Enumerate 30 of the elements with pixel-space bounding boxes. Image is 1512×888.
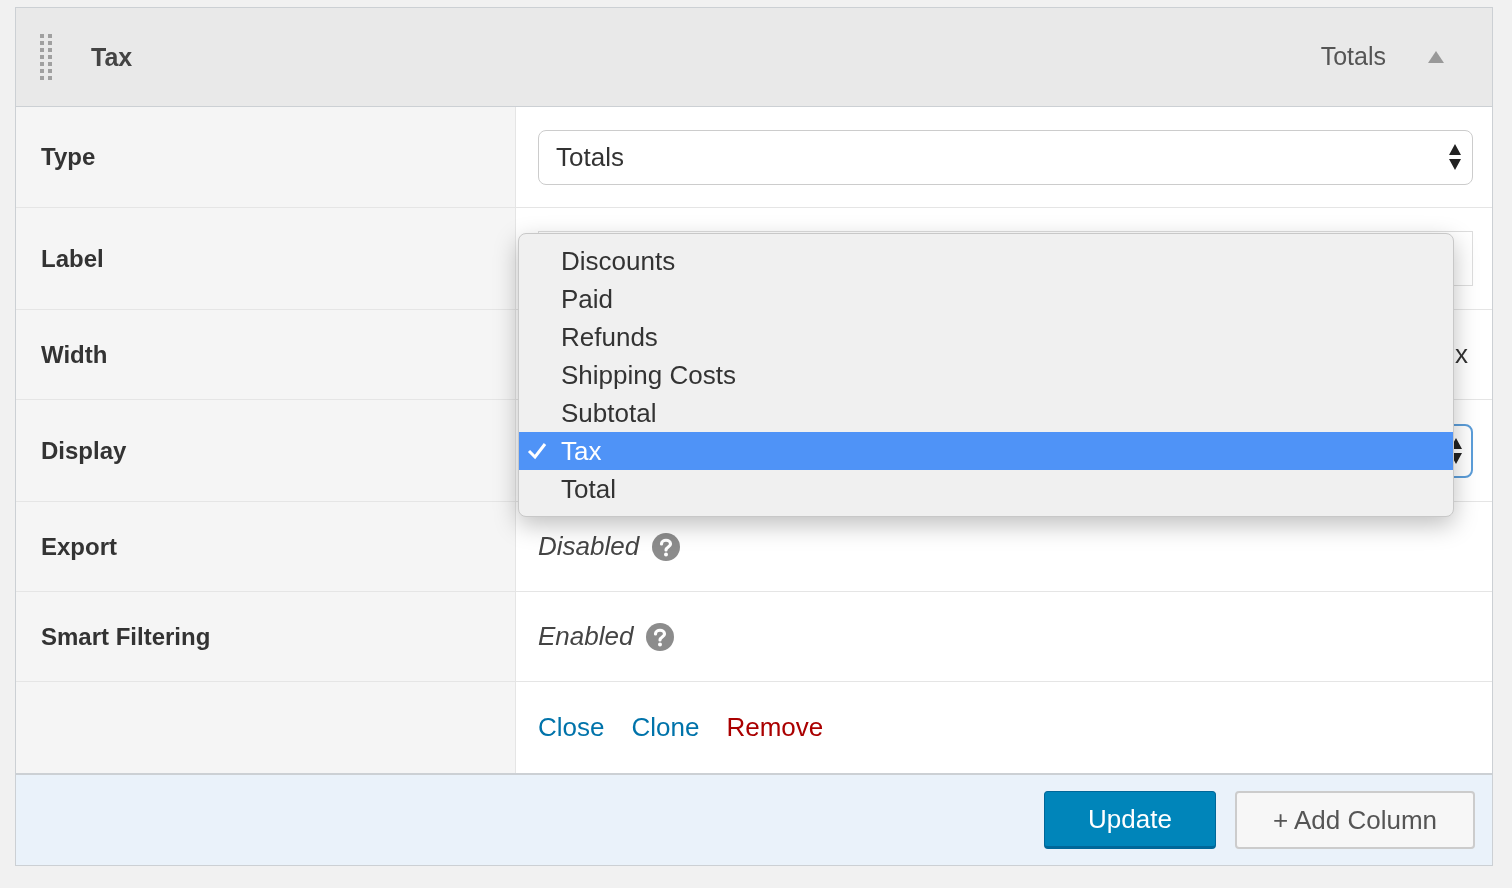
update-button[interactable]: Update bbox=[1044, 791, 1216, 849]
unit-label: x bbox=[1455, 338, 1468, 371]
dropdown-option[interactable]: Paid bbox=[519, 280, 1453, 318]
field-label: Export bbox=[41, 531, 117, 562]
action-link[interactable]: Close bbox=[538, 708, 605, 747]
status-text: Enabled bbox=[538, 620, 634, 653]
action-link[interactable]: Remove bbox=[726, 708, 824, 747]
panel-header[interactable]: Tax Totals bbox=[16, 8, 1492, 107]
select-field[interactable]: Totals bbox=[538, 129, 1473, 185]
check-icon bbox=[527, 442, 547, 460]
field-label: Display bbox=[41, 435, 127, 466]
field-label: Type bbox=[41, 142, 96, 172]
dropdown-option[interactable]: Refunds bbox=[519, 318, 1453, 356]
action-link[interactable]: Clone bbox=[631, 708, 700, 747]
dropdown-option[interactable]: Shipping Costs bbox=[519, 356, 1453, 394]
dropdown-option[interactable]: Subtotal bbox=[519, 394, 1453, 432]
status-text: Disabled bbox=[538, 530, 640, 563]
dropdown-option[interactable]: Discounts bbox=[519, 242, 1453, 280]
panel-title: Tax bbox=[91, 42, 133, 74]
dropdown-option[interactable]: Total bbox=[519, 470, 1453, 508]
field-label: Smart Filtering bbox=[41, 621, 211, 652]
select-arrows-icon bbox=[1448, 142, 1462, 172]
column-type-label: Totals bbox=[1320, 41, 1386, 73]
collapse-arrow-icon[interactable] bbox=[1428, 51, 1444, 63]
help-icon[interactable] bbox=[646, 622, 675, 651]
drag-handle-icon[interactable] bbox=[40, 34, 54, 80]
add-column-button[interactable]: + Add Column bbox=[1235, 791, 1475, 849]
field-label: Width bbox=[41, 339, 108, 370]
help-icon[interactable] bbox=[652, 532, 681, 561]
field-label: Label bbox=[41, 243, 104, 274]
